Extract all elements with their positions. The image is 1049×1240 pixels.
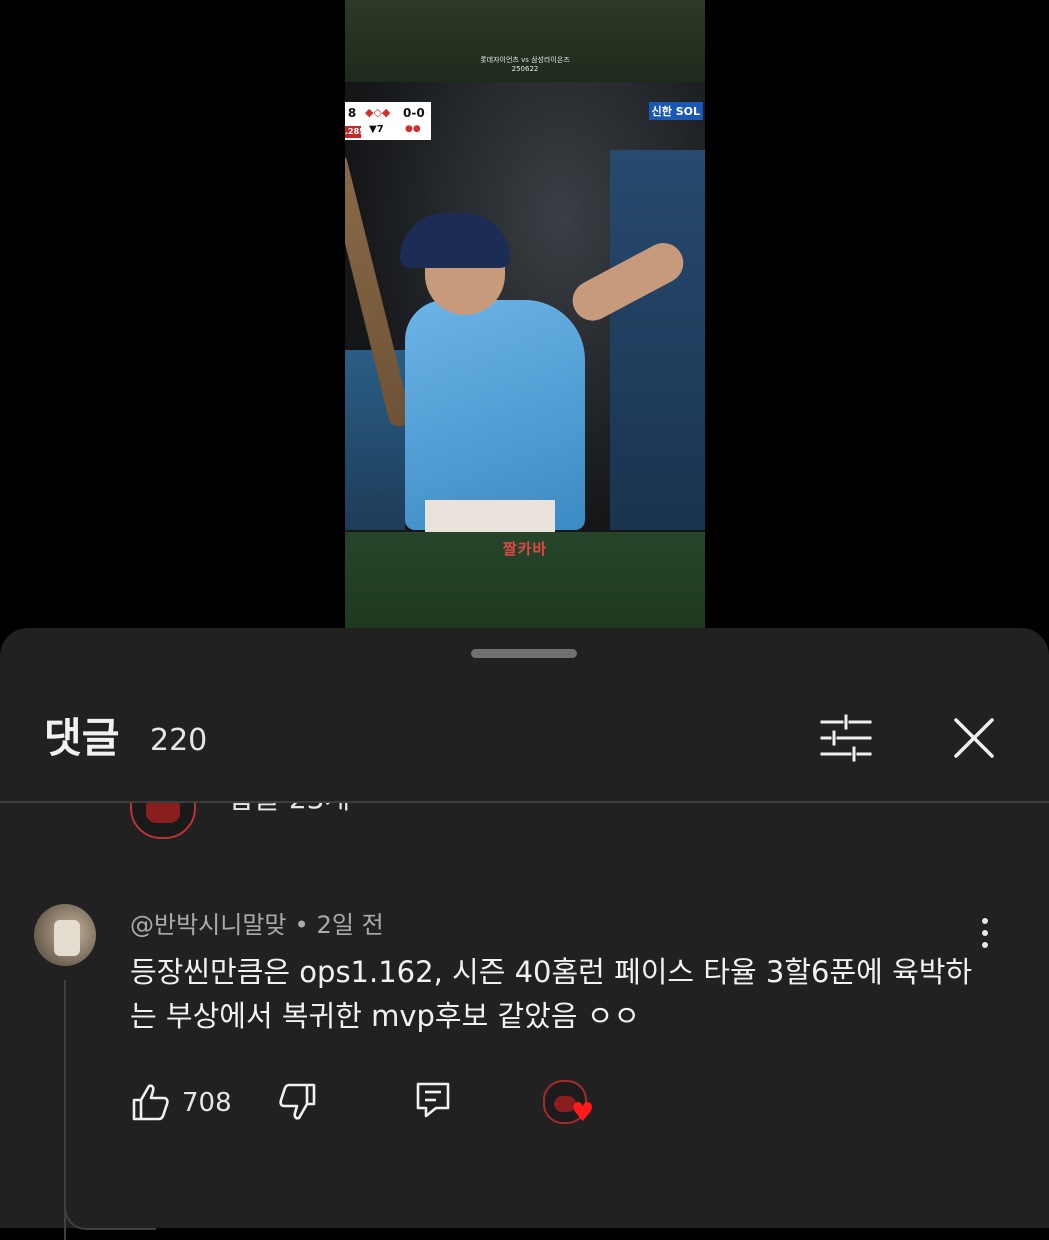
view-replies-button[interactable]: • 답글 23개 [203, 803, 350, 817]
comments-count: 220 [150, 723, 208, 758]
filter-button[interactable] [818, 714, 874, 762]
scoreboard: 8 .285 ◆◇◆ ▼7 0-0 ●● [345, 102, 431, 140]
filter-sliders-icon [820, 714, 872, 762]
batter-jersey [405, 300, 585, 530]
like-count: 708 [182, 1088, 232, 1118]
comments-title: 댓글 [44, 714, 120, 762]
comment-author[interactable]: @반박시니말맞 [130, 911, 286, 939]
like-button[interactable] [130, 1082, 170, 1122]
reply-comment-icon [416, 1082, 450, 1118]
video-caption: 짤카바 [502, 540, 548, 558]
scoreboard-half-inning: ▼7 [369, 124, 384, 135]
close-icon [954, 718, 994, 758]
batter-pants [425, 500, 555, 532]
more-vertical-icon [970, 918, 1000, 948]
creator-heart: ♥ [543, 1080, 599, 1130]
match-date: 250622 [511, 65, 539, 73]
creator-heart-icon: ♥ [571, 1098, 595, 1128]
reply-button[interactable] [414, 1080, 454, 1120]
comment-text: 등장씬만큼은 ops1.162, 시즌 40홈런 페이스 타율 3할6푼에 육박… [130, 955, 973, 1033]
drag-handle[interactable] [471, 649, 577, 658]
sponsor-logo: 신한 SOL [648, 102, 703, 120]
creator-avatar [130, 803, 196, 839]
comment-time: 2일 전 [316, 911, 384, 939]
comments-sheet: 댓글 220 • 답글 23개 › @반박시니말맞•2일 전 등장씬만 [0, 628, 1049, 1240]
meta-separator: • [294, 911, 309, 939]
comment-meta: @반박시니말맞 • 2일 전 [130, 910, 384, 940]
match-teams: 롯데자이언츠 vs 삼성라이온즈 [480, 56, 570, 64]
scoreboard-score: 0-0 [403, 106, 425, 120]
avatar[interactable] [34, 904, 96, 966]
scoreboard-counts: ●● [405, 124, 421, 134]
bases-icon: ◆◇◆ [365, 106, 391, 119]
thread-curve [64, 1188, 156, 1230]
crowd-right [610, 150, 705, 530]
scoreboard-inning: 8 [347, 106, 357, 120]
scoreboard-avg: .285 [345, 126, 365, 138]
video-player[interactable]: 롯데자이언츠 vs 삼성라이온즈 250622 짤카바 8 .285 ◆◇◆ ▼… [345, 0, 705, 628]
thumbs-down-icon [279, 1083, 316, 1120]
match-title: 롯데자이언츠 vs 삼성라이온즈 250622 [345, 56, 705, 74]
more-options-button[interactable] [970, 918, 1000, 954]
dislike-button[interactable] [278, 1082, 318, 1122]
close-button[interactable] [950, 714, 998, 762]
chevron-right-icon[interactable]: › [372, 803, 382, 809]
thumbs-up-icon [132, 1084, 169, 1121]
previous-comment-thread: • 답글 23개 › [0, 803, 1049, 843]
